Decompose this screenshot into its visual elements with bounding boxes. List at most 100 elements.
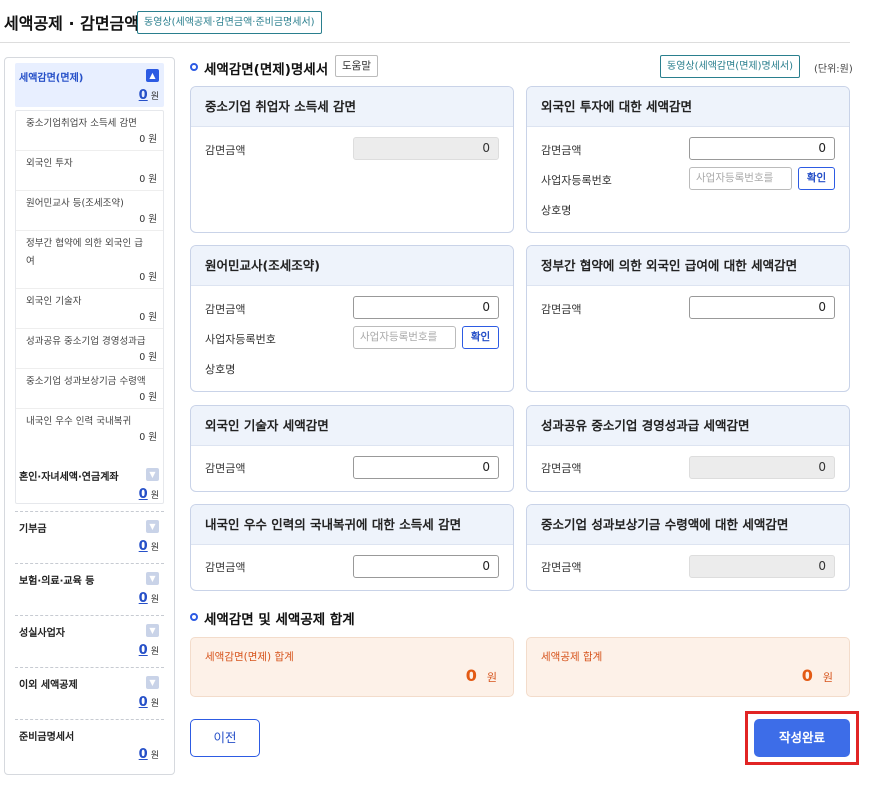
sub-item-amount: 0 원: [139, 174, 157, 185]
sidebar-item-amount: 0원: [139, 591, 159, 606]
amount-label: 감면금액: [205, 462, 246, 475]
company-label: 상호명: [541, 204, 572, 217]
sidebar-item-marriage-child-pension[interactable]: 혼인·자녀세액·연금계좌 ▼ 0원: [15, 460, 164, 512]
card-intergovernmental-foreign-pay: 정부간 협약에 의한 외국인 급여에 대한 세액감면 감면금액 0: [526, 245, 850, 392]
video-button[interactable]: 동영상(세액공제·감면금액·준비금명세서): [137, 11, 322, 34]
sidebar-item-faithful-business[interactable]: 성실사업자 ▼ 0원: [15, 616, 164, 668]
sidebar-item-label: 이외 세액공제: [19, 680, 78, 691]
prev-button[interactable]: 이전: [190, 719, 260, 757]
sidebar-item-amount: 0원: [139, 539, 159, 554]
amount-link[interactable]: 0: [139, 487, 148, 502]
sidebar-item-label: 성실사업자: [19, 628, 65, 639]
sub-item[interactable]: 성과공유 중소기업 경영성과급 0 원: [16, 329, 163, 369]
amount-label: 감면금액: [205, 561, 246, 574]
sub-item[interactable]: 중소기업취업자 소득세 감면 0 원: [16, 111, 163, 151]
help-button[interactable]: 도움말: [335, 55, 378, 77]
divider: [0, 42, 850, 43]
sidebar-item-label: 세액감면(면제): [19, 73, 84, 84]
sidebar-item-tax-reduction[interactable]: 세액감면(면제) ▲ 0원: [15, 63, 164, 107]
total-value: 0원: [802, 666, 833, 685]
amount-label: 감면금액: [205, 144, 246, 157]
reg-no-label: 사업자등록번호: [541, 174, 612, 187]
complete-button[interactable]: 작성완료: [754, 719, 850, 757]
amount-label: 감면금액: [541, 561, 582, 574]
amount-link[interactable]: 0: [139, 695, 148, 710]
amount-field[interactable]: 0: [689, 137, 835, 160]
card-title: 외국인 투자에 대한 세액감면: [527, 87, 849, 127]
amount-link[interactable]: 0: [139, 591, 148, 606]
card-title: 성과공유 중소기업 경영성과급 세액감면: [527, 406, 849, 446]
chevron-down-icon[interactable]: ▼: [146, 520, 159, 533]
sub-item-amount: 0 원: [139, 134, 157, 145]
chevron-down-icon[interactable]: ▼: [146, 676, 159, 689]
sub-item[interactable]: 원어민교사 등(조세조약) 0 원: [16, 191, 163, 231]
sidebar-item-amount: 0원: [139, 88, 159, 103]
amount-field[interactable]: 0: [353, 456, 499, 479]
unit-label: 원: [150, 491, 159, 501]
sub-item[interactable]: 중소기업 성과보상기금 수령액 0 원: [16, 369, 163, 409]
amount-link[interactable]: 0: [139, 747, 148, 762]
sub-item-label: 원어민교사 등(조세조약): [26, 198, 124, 209]
sub-item-label: 정부간 협약에 의한 외국인 급여: [26, 238, 143, 267]
card-foreign-investment-reduction: 외국인 투자에 대한 세액감면 감면금액 0 사업자등록번호 사업자등록번호를 …: [526, 86, 850, 233]
sidebar-item-insurance-medical-education[interactable]: 보험·의료·교육 등 ▼ 0원: [15, 564, 164, 616]
unit-label: 원: [486, 671, 497, 684]
sub-item-list: 중소기업취업자 소득세 감면 0 원 외국인 투자 0 원 원어민교사 등(조세…: [15, 110, 164, 504]
confirm-button[interactable]: 확인: [462, 326, 499, 349]
unit-label: 원: [150, 595, 159, 605]
total-amount: 0: [801, 666, 813, 685]
card-sme-performance-fund: 중소기업 성과보상기금 수령액에 대한 세액감면 감면금액 0: [526, 504, 850, 591]
sidebar-item-label: 보험·의료·교육 등: [19, 576, 95, 587]
page-header: 세액공제 · 감면금액 동영상(세액공제·감면금액·준비금명세서): [0, 0, 877, 44]
amount-link[interactable]: 0: [139, 539, 148, 554]
amount-link[interactable]: 0: [139, 88, 148, 103]
section-title: 세액감면(면제)명세서: [204, 62, 329, 78]
sidebar-item-donation[interactable]: 기부금 ▼ 0원: [15, 512, 164, 564]
reg-no-input[interactable]: 사업자등록번호를: [353, 326, 456, 349]
sub-item-label: 중소기업 성과보상기금 수령액: [26, 376, 146, 387]
sidebar-item-label: 준비금명세서: [19, 732, 75, 743]
sub-item-amount: 0 원: [139, 432, 157, 443]
chevron-down-icon[interactable]: ▼: [146, 468, 159, 481]
sub-item-label: 성과공유 중소기업 경영성과급: [26, 336, 146, 347]
company-label: 상호명: [205, 363, 236, 376]
sub-item[interactable]: 내국인 우수 인력 국내복귀 0 원: [16, 409, 163, 449]
amount-field[interactable]: 0: [353, 555, 499, 578]
bullet-icon: [190, 63, 198, 71]
unit-label: 원: [150, 647, 159, 657]
reduction-total-box: 세액감면(면제) 합계 0원: [190, 637, 514, 697]
sidebar-item-amount: 0원: [139, 695, 159, 710]
reg-no-label: 사업자등록번호: [205, 333, 276, 346]
total-value: 0원: [466, 666, 497, 685]
video-button-reduction[interactable]: 동영상(세액감면(면제)명세서): [660, 55, 801, 78]
amount-field[interactable]: 0: [689, 296, 835, 319]
chevron-down-icon[interactable]: ▼: [146, 572, 159, 585]
sidebar-item-label: 기부금: [19, 524, 47, 535]
amount-field: 0: [689, 456, 835, 479]
amount-field: 0: [353, 137, 499, 160]
bullet-icon: [190, 613, 198, 621]
sub-item[interactable]: 외국인 기술자 0 원: [16, 289, 163, 329]
chevron-up-icon[interactable]: ▲: [146, 69, 159, 82]
sidebar-item-amount: 0원: [139, 747, 159, 762]
sub-item[interactable]: 정부간 협약에 의한 외국인 급여 0 원: [16, 231, 163, 289]
unit-label: 원: [150, 543, 159, 553]
confirm-button[interactable]: 확인: [798, 167, 835, 190]
card-title: 중소기업 성과보상기금 수령액에 대한 세액감면: [527, 505, 849, 545]
sub-item-amount: 0 원: [139, 272, 157, 283]
sub-item-label: 내국인 우수 인력 국내복귀: [26, 416, 132, 427]
amount-field[interactable]: 0: [353, 296, 499, 319]
reg-no-input[interactable]: 사업자등록번호를: [689, 167, 792, 190]
sub-item-amount: 0 원: [139, 214, 157, 225]
sub-item-label: 외국인 투자: [26, 158, 73, 169]
amount-field: 0: [689, 555, 835, 578]
credit-total-box: 세액공제 합계 0원: [526, 637, 850, 697]
sidebar-item-reserve[interactable]: 준비금명세서 0원: [15, 720, 164, 772]
chevron-down-icon[interactable]: ▼: [146, 624, 159, 637]
amount-link[interactable]: 0: [139, 643, 148, 658]
total-label: 세액감면(면제) 합계: [205, 651, 294, 663]
sidebar: 세액감면(면제) ▲ 0원 중소기업취업자 소득세 감면 0 원 외국인 투자 …: [4, 57, 175, 775]
sub-item[interactable]: 외국인 투자 0 원: [16, 151, 163, 191]
amount-label: 감면금액: [205, 303, 246, 316]
sidebar-item-other-credit[interactable]: 이외 세액공제 ▼ 0원: [15, 668, 164, 720]
